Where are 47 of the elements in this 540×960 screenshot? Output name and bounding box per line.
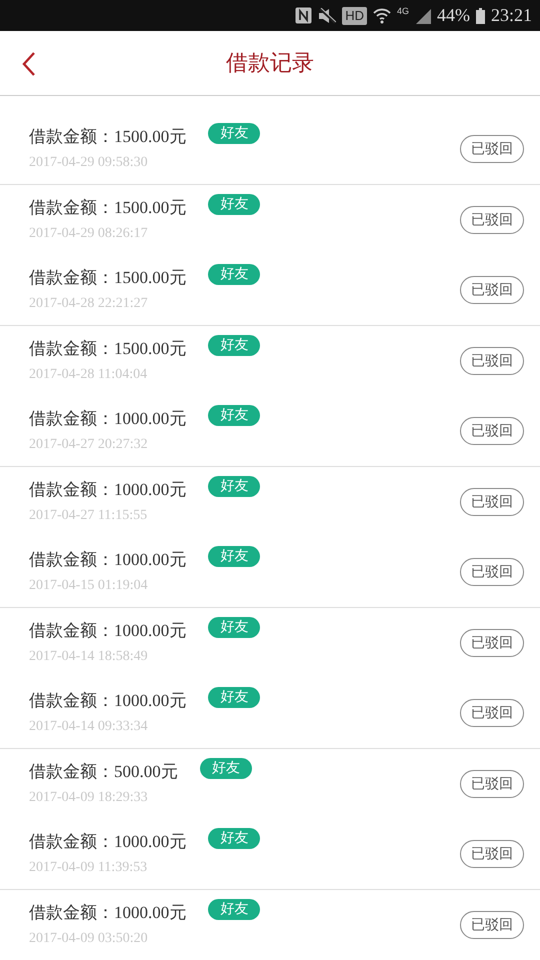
friend-tag: 好友 <box>200 758 252 778</box>
loan-amount: 借款金额：1000.00元 <box>29 408 186 430</box>
friend-tag: 好友 <box>208 334 260 356</box>
rejected-status: 已驳回 <box>460 911 524 939</box>
loan-amount: 借款金额：1000.00元 <box>29 831 186 853</box>
rejected-status: 已驳回 <box>460 206 524 234</box>
rejected-status: 已驳回 <box>460 488 524 516</box>
loan-amount: 借款金额：1000.00元 <box>29 620 186 642</box>
page-title: 借款记录 <box>226 49 314 77</box>
friend-tag: 好友 <box>208 546 260 566</box>
loan-amount: 借款金额：500.00元 <box>29 761 178 783</box>
friend-tag: 好友 <box>208 264 260 284</box>
friend-tag: 好友 <box>208 898 260 920</box>
loan-amount: 借款金额：1000.00元 <box>29 479 186 501</box>
battery-percent: 44% <box>436 5 470 26</box>
network-type: 4G <box>396 6 409 16</box>
rejected-status: 已驳回 <box>460 558 524 586</box>
rejected-status: 已驳回 <box>460 699 524 727</box>
loan-amount: 借款金额：1000.00元 <box>29 549 186 571</box>
back-icon <box>22 51 36 77</box>
rejected-status: 已驳回 <box>460 276 524 304</box>
battery-icon <box>476 8 485 24</box>
friend-tag: 好友 <box>208 404 260 426</box>
rejected-status: 已驳回 <box>460 629 524 657</box>
friend-tag: 好友 <box>208 828 260 848</box>
nfc-icon <box>295 7 312 24</box>
rejected-status: 已驳回 <box>460 347 524 375</box>
rejected-status: 已驳回 <box>460 135 524 163</box>
loan-amount: 借款金额：1500.00元 <box>29 338 186 360</box>
loan-amount: 借款金额：1500.00元 <box>29 267 186 289</box>
wifi-icon <box>372 8 391 24</box>
hd-indicator: HD <box>342 6 367 24</box>
signal-icon <box>414 8 431 24</box>
friend-tag: 好友 <box>208 194 260 214</box>
friend-tag: 好友 <box>208 122 260 144</box>
loan-amount: 借款金额：1500.00元 <box>29 197 186 219</box>
rejected-status: 已驳回 <box>460 417 524 445</box>
mute-icon <box>318 8 336 24</box>
loan-amount: 借款金额：1000.00元 <box>29 690 186 712</box>
rejected-status: 已驳回 <box>460 770 524 798</box>
clock: 23:21 <box>490 5 532 26</box>
friend-tag: 好友 <box>208 476 260 496</box>
loan-amount: 借款金额：1500.00元 <box>29 126 186 148</box>
loan-amount: 借款金额：1000.00元 <box>29 902 186 924</box>
rejected-status: 已驳回 <box>460 840 524 868</box>
friend-tag: 好友 <box>208 686 260 708</box>
friend-tag: 好友 <box>208 616 260 638</box>
